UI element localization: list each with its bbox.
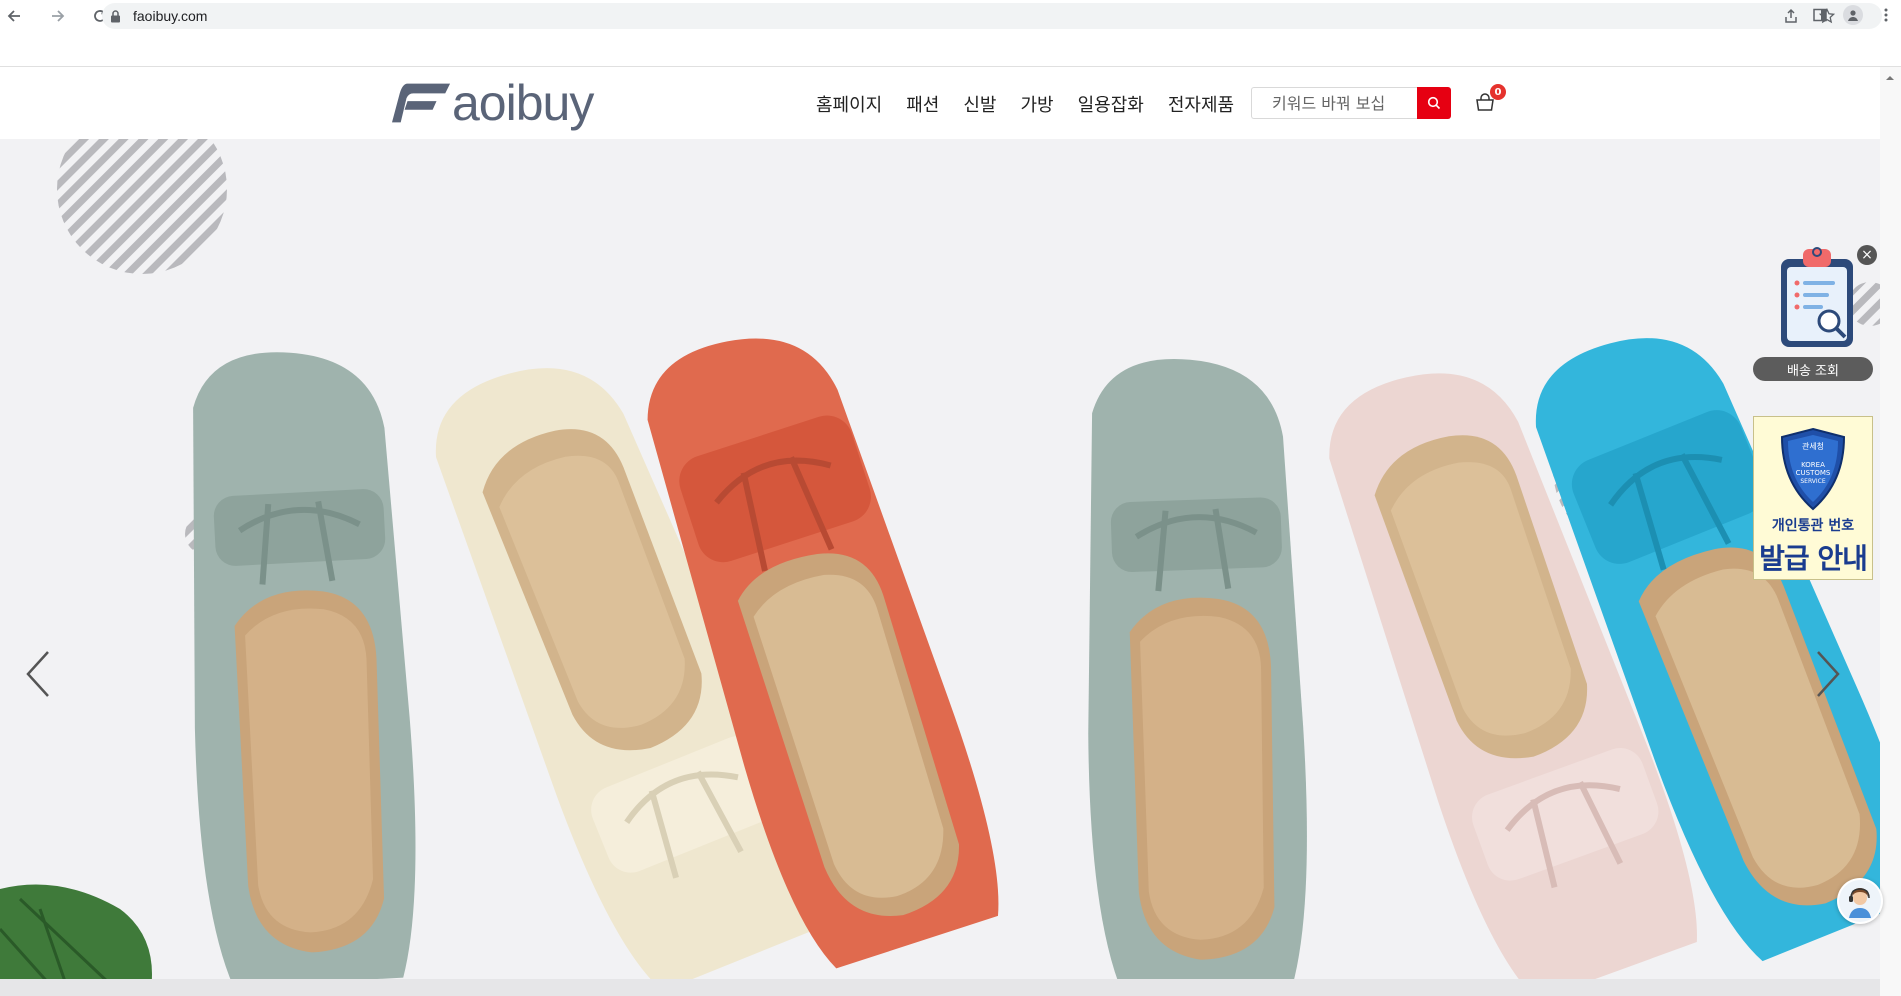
prev-slide-button[interactable] [18,644,58,704]
logo-f-mark-icon [392,83,451,123]
search-icon [1427,96,1441,110]
url-text: faoibuy.com [133,8,208,24]
menu-icon[interactable] [1877,6,1895,24]
address-bar[interactable]: faoibuy.com [102,3,1882,29]
nav-item-shoes[interactable]: 신발 [963,91,996,117]
chevron-left-icon [26,651,49,697]
search-button[interactable] [1417,87,1451,119]
browser-toolbar: faoibuy.com [0,0,1901,32]
logo-text: aoibuy [452,75,594,131]
hero-floor [0,979,1880,996]
customs-info-banner[interactable]: 관세청 KOREA CUSTOMS SERVICE 개인통관 번호 발급 안내 [1753,416,1873,580]
customs-line-1: 개인통관 번호 [1771,518,1855,534]
back-icon[interactable] [0,2,28,30]
customs-badge-en1: KOREA [1801,461,1825,469]
customs-badge-en2: CUSTOMS [1796,469,1831,477]
nav-item-daily-goods[interactable]: 일용잡화 [1078,91,1144,117]
nav-item-bags[interactable]: 가방 [1021,91,1054,117]
share-icon[interactable] [1782,7,1800,25]
customs-badge-en3: SERVICE [1800,478,1826,485]
nav-item-fashion[interactable]: 패션 [906,91,939,117]
close-icon[interactable]: × [1857,245,1877,265]
nav-item-electronics[interactable]: 전자제품 [1168,91,1234,117]
korea-customs-shield-icon: 관세청 KOREA CUSTOMS SERVICE [1780,427,1846,511]
customs-line-2: 발급 안내 [1759,542,1868,575]
site-logo[interactable]: aoibuy [392,75,594,131]
clipboard-search-icon [1781,247,1853,347]
next-slide-button[interactable] [1808,644,1848,704]
nav-item-home[interactable]: 홈페이지 [816,91,882,117]
hero-banner-image [0,139,1880,996]
forward-icon[interactable] [44,2,72,30]
customs-badge-top: 관세청 [1802,441,1824,451]
search-input[interactable] [1251,87,1417,119]
search-box [1251,87,1451,119]
delivery-tracking-label: 배송 조회 [1753,357,1873,381]
side-panel-icon[interactable] [1811,6,1829,24]
lock-icon [110,10,122,23]
chevron-right-icon [1817,651,1840,697]
delivery-tracking-widget[interactable]: × 배송 조회 [1753,245,1877,381]
hero-banner[interactable] [0,139,1880,996]
page-scrollbar[interactable] [1880,67,1901,996]
profile-icon[interactable] [1843,5,1863,25]
support-agent-icon [1839,880,1881,922]
main-nav: 홈페이지 패션 신발 가방 일용잡화 전자제품 [816,91,1234,117]
site-header: aoibuy 홈페이지 패션 신발 가방 일용잡화 전자제품 0 [0,67,1880,139]
chat-support-button[interactable] [1837,878,1883,924]
cart-button[interactable]: 0 [1475,84,1506,113]
scroll-up-icon [1886,76,1894,80]
cart-count-badge: 0 [1490,84,1506,100]
